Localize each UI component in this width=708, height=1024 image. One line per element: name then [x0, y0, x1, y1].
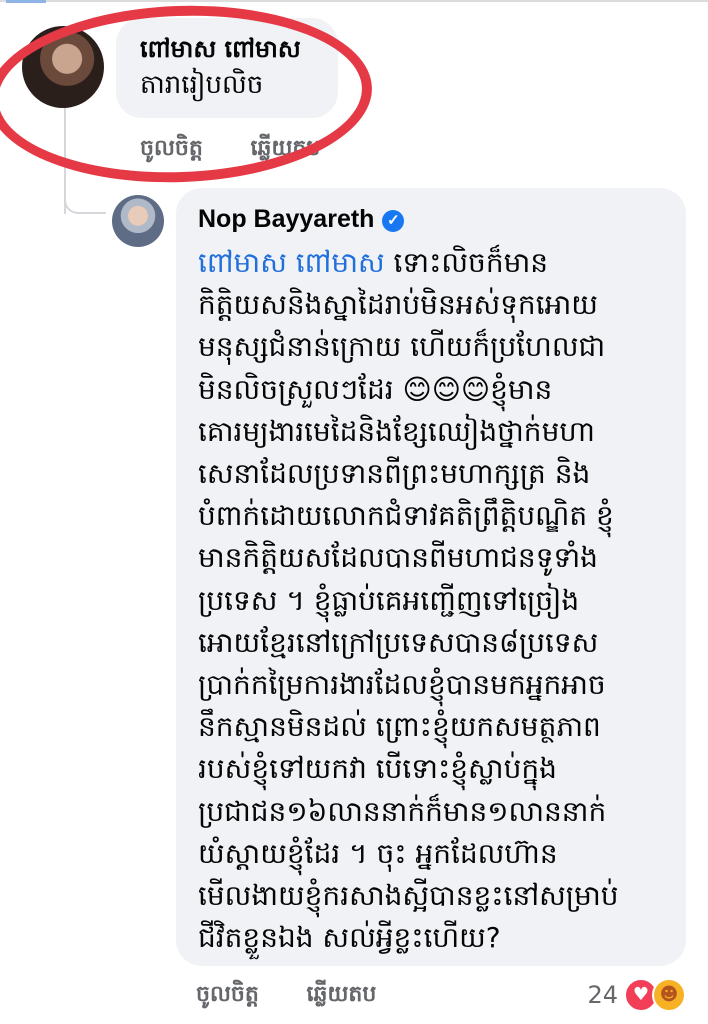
reply-text-line: អោយខ្មែរនៅក្រៅប្រទេសបាន៨ប្រទេស [198, 625, 599, 659]
reply-text-line: មើលងាយខ្ញុំករសាងស្អីបានខ្លះនៅសម្រាប់ [198, 879, 619, 913]
reply-author[interactable]: Nop Bayyareth [198, 205, 374, 233]
reply-text-line: គោរម្យងារមេដៃនិងខ្សែឈៀងថ្នាក់មហា [198, 414, 595, 448]
reply-text-line: ពៅមាស ពៅមាស ទោះលិចក៏មាន [198, 246, 549, 279]
divider-accent [6, 0, 46, 8]
reply-text-line: ប្រាក់កម្រៃការងារដែលខ្ញុំបានមកអ្នកអាច [198, 668, 606, 702]
reaction-count: 24 [587, 981, 618, 1009]
avatar[interactable] [112, 195, 164, 247]
reply-text-line: មនុស្សជំនាន់ក្រោយ ហើយក៏ប្រហែលជា [198, 330, 606, 364]
reply-text-line: ប្រទេស ។ ខ្ញុំធ្លាប់គេអញ្ជើញទៅច្រៀង [198, 583, 580, 617]
reply-button[interactable]: ឆ្លើយតប [307, 980, 377, 1012]
reply-text-line: នឹកស្មានមិនដល់ ព្រោះខ្ញុំយកសមត្ថភាព [198, 710, 601, 744]
divider [0, 0, 708, 8]
mention-link[interactable]: ពៅមាស ពៅមាស [198, 246, 385, 279]
reply-text-line: កិត្តិយសនិងស្នាដៃរាប់មិនអស់ទុកអោយ [198, 288, 598, 322]
reply-text-line: ប្រជាជន១៦លាននាក់ក៏មាន១លាននាក់ [198, 794, 607, 828]
care-icon: ☻ [652, 978, 686, 1012]
reply-text-line: មានកិត្តិយសដែលបានពីមហាជនទូទាំង [198, 541, 598, 575]
reply-text: ពៅមាស ពៅមាស ទោះលិចក៏មាន កិត្តិយសនិងស្នាដ… [198, 242, 664, 959]
reply-author-row: Nop Bayyareth ✓ [198, 202, 664, 236]
verified-badge-icon: ✓ [382, 210, 405, 232]
reply-text-line: យំស្តាយខ្ញុំដែរ ។ ចុះ អ្នកដែលហ៊ាន [198, 836, 558, 870]
reply-text-line: ជីវិតខ្លួនឯង សល់អ្វីខ្លះហើយ? [198, 921, 501, 955]
reply-text-line: សេនាដែលប្រទានពីព្រះមហាក្សត្រ និង [198, 457, 591, 491]
reply-text-line: មិនលិចស្រួលៗដែរ 😊😊😊ខ្ញុំមាន [198, 372, 553, 406]
comment-thread: ពៅមាស ពៅមាស តារារៀបលិច ចូលចិត្ត ឆ្លើយតប … [0, 0, 708, 1024]
reply-bubble: Nop Bayyareth ✓ ពៅមាស ពៅមាស ទោះលិចក៏មាន ក… [176, 188, 686, 966]
reply-text-line: របស់ខ្ញុំទៅយកវា បើទោះខ្ញុំស្លាប់ក្នុង [198, 752, 557, 786]
like-button[interactable]: ចូលចិត្ត [196, 980, 259, 1012]
reply-text-line: បំពាក់ដោយលោកជំទាវគតិព្រឹត្តិបណ្ឌិត ខ្ញុំ [198, 499, 614, 533]
reaction-summary[interactable]: 24 ♥ ☻ [587, 976, 686, 1014]
reply-actions: ចូលចិត្ត ឆ្លើយតប [196, 980, 416, 1012]
